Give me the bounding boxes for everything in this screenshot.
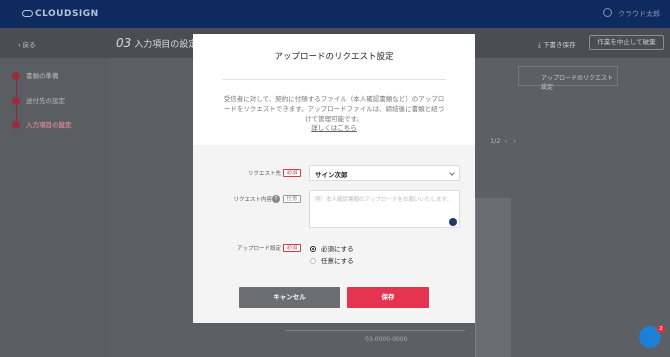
user-name[interactable]: クラウド太郎 (618, 9, 660, 19)
step-title-text: 入力項目の設定 (134, 40, 198, 50)
upload-request-modal: アップロードのリクエスト設定 受信者に対して、契約に付随するファイル（本人確認書… (193, 34, 475, 323)
step-label: 書類の準備 (26, 72, 59, 80)
step-label: 送付先の設定 (26, 96, 65, 105)
assistant-icon[interactable] (449, 218, 457, 226)
step-dot-icon (12, 96, 20, 105)
radio-button-icon[interactable] (310, 246, 316, 252)
step-item-fields[interactable]: 入力項目の設定 (12, 119, 72, 144)
cancel-button[interactable]: キャンセル (239, 287, 340, 308)
request-to-label: リクエスト先 (247, 171, 281, 177)
step-item-recipients[interactable]: 送付先の設定 (12, 95, 72, 120)
page-number: 1/2 (490, 137, 501, 145)
upload-setting-label: アップロード設定 (236, 246, 281, 252)
cloudsign-logo[interactable]: CLOUDSIGN (22, 9, 99, 19)
request-content-label: リクエスト内容 (233, 197, 272, 203)
notification-badge: 2 (657, 325, 665, 333)
upload-request-tab[interactable]: アップロードのリクエスト設定 (518, 66, 618, 91)
radio-label: 必須にする (321, 245, 354, 253)
cloud-icon (22, 10, 33, 17)
radio-button-icon[interactable] (310, 258, 316, 264)
radio-required[interactable]: 必須にする (310, 243, 354, 253)
required-badge: 必須 (283, 169, 301, 177)
top-header: CLOUDSIGN クラウド太郎 (0, 0, 670, 28)
back-label: 戻る (22, 41, 36, 49)
description-text: 受信者に対して、契約に付随するファイル（本人確認書類など）のアップロードをリクエ… (223, 95, 445, 123)
modal-title: アップロードのリクエスト設定 (274, 52, 394, 62)
radio-label: 任意にする (321, 257, 354, 265)
page-indicator: 1/2 ‹ › (490, 137, 516, 145)
page-title: 03 入力項目の設定 (116, 36, 197, 50)
document-table: 03-0000-0000 (285, 330, 465, 357)
modal-description: 受信者に対して、契約に付随するファイル（本人確認書類など）のアップロードをリクエ… (193, 80, 475, 134)
modal-form: リクエスト先 必須 サイン次郎 リクエスト内容 ? 任意 例）本人確認書類のアッ… (193, 145, 475, 323)
gear-icon[interactable] (603, 8, 612, 17)
step-dot-icon (12, 72, 20, 80)
step-list: 書類の準備 送付先の設定 入力項目の設定 (12, 70, 72, 144)
back-button[interactable]: ‹ 戻る (18, 39, 36, 49)
draft-save-button[interactable]: ⤓ 下書き保存 (538, 39, 575, 50)
step-label: 入力項目の設定 (26, 121, 72, 129)
request-to-value: サイン次郎 (315, 171, 348, 179)
request-content-textarea[interactable]: 例）本人確認書類のアップロードをお願いいたします。 (309, 190, 460, 228)
phone-value: 03-0000-0000 (365, 336, 408, 343)
modal-header: アップロードのリクエスト設定 受信者に対して、契約に付随するファイル（本人確認書… (193, 34, 475, 145)
step-item-document[interactable]: 書類の準備 (12, 70, 72, 95)
required-badge: 必須 (283, 244, 301, 252)
save-button[interactable]: 保存 (347, 287, 429, 308)
chevron-down-icon (449, 170, 455, 176)
optional-badge: 任意 (283, 195, 301, 203)
help-icon[interactable]: ? (272, 195, 280, 203)
logo-text: CLOUDSIGN (35, 9, 99, 19)
learn-more-link[interactable]: 詳しくはこちら (311, 124, 357, 134)
stop-and-discard-button[interactable]: 作業を中止して破棄 (589, 35, 664, 50)
step-dot-icon (12, 121, 20, 129)
radio-optional[interactable]: 任意にする (310, 255, 354, 265)
document-page (475, 198, 511, 357)
step-number: 03 (116, 36, 132, 50)
request-to-select[interactable]: サイン次郎 (309, 165, 460, 181)
textarea-placeholder: 例）本人確認書類のアップロードをお願いいたします。 (315, 197, 452, 203)
draft-save-label: 下書き保存 (542, 41, 576, 49)
